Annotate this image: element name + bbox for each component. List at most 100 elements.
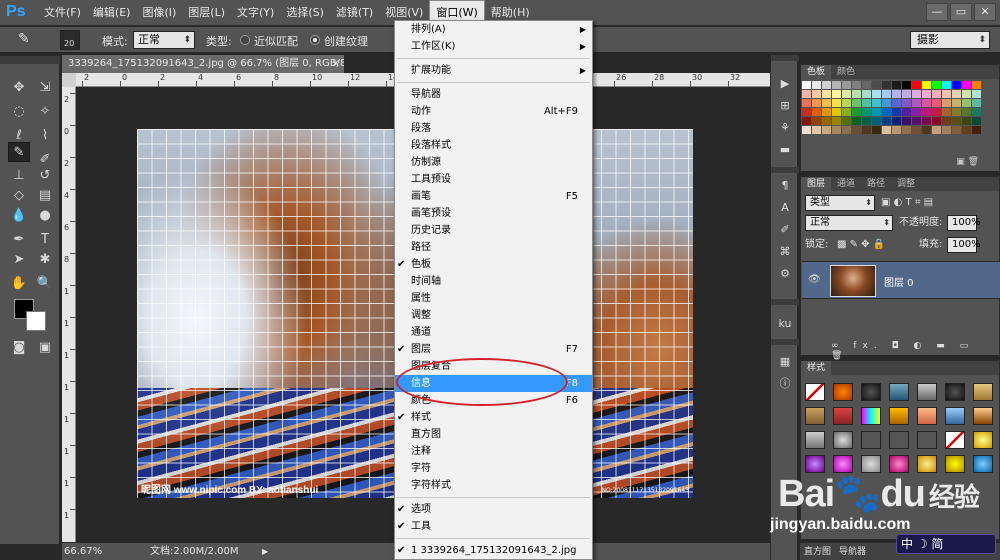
color-swatch[interactable] [912, 108, 921, 116]
layer-row[interactable]: 👁 图层 0 [802, 261, 1000, 299]
color-swatch[interactable] [832, 81, 841, 89]
close-button[interactable]: ✕ [974, 3, 996, 21]
zoom-tool-icon[interactable]: 🔍 [34, 274, 56, 294]
color-swatch[interactable] [842, 99, 851, 107]
color-swatch[interactable] [922, 90, 931, 98]
layers-footer[interactable]: ∞ fx. ◘ ◐ ▬ ▭ 🗑 [801, 341, 999, 361]
window-menu-item[interactable]: 导航器 [395, 86, 592, 103]
color-swatch[interactable] [892, 117, 901, 125]
style-swatch[interactable] [945, 407, 965, 425]
ruler-origin[interactable] [62, 73, 76, 87]
color-swatch[interactable] [952, 90, 961, 98]
color-swatch[interactable] [942, 81, 951, 89]
color-swatch[interactable] [942, 126, 951, 134]
hand-tool-icon[interactable]: ✋ [8, 274, 30, 294]
color-swatch[interactable] [932, 108, 941, 116]
opacity-field[interactable]: 100% [947, 215, 981, 231]
color-swatch[interactable] [802, 126, 811, 134]
status-menu-arrow[interactable]: ▶ [262, 543, 268, 560]
window-menu-item[interactable]: 画笔预设 [395, 205, 592, 222]
color-swatch[interactable] [852, 81, 861, 89]
window-menu-item[interactable]: 仿制源 [395, 154, 592, 171]
color-swatch[interactable] [902, 117, 911, 125]
color-swatch[interactable] [822, 99, 831, 107]
layer-filter-icons[interactable]: ▣ ◐ T ⌗ ▤ [881, 195, 933, 211]
window-menu-item[interactable]: 字符 [395, 460, 592, 477]
color-swatch[interactable] [802, 99, 811, 107]
style-swatch[interactable] [833, 407, 853, 425]
color-swatch[interactable] [852, 108, 861, 116]
magic-wand-tool-icon[interactable]: ✧ [34, 102, 56, 122]
color-swatch[interactable] [942, 108, 951, 116]
style-swatch[interactable] [917, 455, 937, 473]
color-swatch[interactable] [962, 81, 971, 89]
color-swatch[interactable] [922, 117, 931, 125]
window-menu-item[interactable]: 工作区(K) ▶ [395, 38, 592, 55]
color-swatch[interactable] [892, 81, 901, 89]
window-menu-item[interactable]: ✔ 1 3339264_175132091643_2.jpg [395, 542, 592, 559]
color-swatch[interactable] [812, 99, 821, 107]
play-action-icon[interactable]: ▶ [777, 77, 793, 91]
color-swatch[interactable] [972, 117, 981, 125]
tab-histogram[interactable]: 直方图 [800, 543, 835, 560]
style-swatch[interactable] [861, 455, 881, 473]
workspace-select[interactable]: 摄影 [910, 31, 990, 49]
color-swatch[interactable] [932, 81, 941, 89]
menu-item-3[interactable]: 图层(L) [182, 0, 231, 26]
color-swatch[interactable] [822, 126, 831, 134]
color-swatch[interactable] [862, 108, 871, 116]
adjust-icon[interactable]: ⊞ [777, 99, 793, 113]
pen-tool-icon[interactable]: ✒ [8, 230, 30, 250]
tool-preset-icon[interactable]: ⚙ [777, 267, 793, 281]
color-swatch[interactable] [942, 99, 951, 107]
color-swatch[interactable] [962, 126, 971, 134]
char-icon[interactable]: A [777, 201, 793, 215]
strip-grip-4[interactable] [771, 339, 799, 345]
color-swatch[interactable] [862, 126, 871, 134]
color-swatch[interactable] [832, 108, 841, 116]
window-menu-item[interactable]: 调整 [395, 307, 592, 324]
color-swatch[interactable] [912, 117, 921, 125]
color-swatch[interactable] [952, 117, 961, 125]
maximize-button[interactable]: ▭ [950, 3, 972, 21]
color-swatch[interactable] [912, 81, 921, 89]
properties-icon[interactable]: ▬ [777, 143, 793, 157]
style-swatch[interactable] [973, 455, 993, 473]
info-icon[interactable]: ⓘ [777, 377, 793, 391]
color-swatch[interactable] [882, 117, 891, 125]
dodge-tool-icon[interactable]: ● [34, 206, 56, 226]
lock-icons[interactable]: ▩ ✎ ✥ 🔒 [837, 237, 885, 253]
style-swatch[interactable] [889, 455, 909, 473]
paragraph-icon[interactable]: ¶ [777, 179, 793, 193]
menu-item-2[interactable]: 图像(I) [136, 0, 182, 26]
healing-brush-tool-icon[interactable]: ✎ [18, 31, 42, 49]
color-swatch[interactable] [882, 90, 891, 98]
color-swatch[interactable] [892, 99, 901, 107]
color-swatch[interactable] [902, 81, 911, 89]
artboard-tool-icon[interactable]: ⇲ [34, 78, 56, 98]
color-swatch[interactable] [962, 99, 971, 107]
color-swatch[interactable] [862, 81, 871, 89]
color-swatch[interactable] [872, 108, 881, 116]
style-swatch[interactable] [833, 383, 853, 401]
radio-proximity-match[interactable] [240, 35, 250, 45]
strip-grip[interactable] [771, 55, 799, 61]
color-swatch[interactable] [922, 126, 931, 134]
history-icon[interactable]: ⌘ [777, 245, 793, 259]
color-swatch[interactable] [932, 90, 941, 98]
color-swatch[interactable] [962, 108, 971, 116]
tab-color[interactable]: 颜色 [831, 65, 861, 79]
vertical-ruler[interactable]: 2 0 2 4 6 8 1 1 1 1 1 1 1 1 [62, 87, 76, 542]
color-swatch[interactable] [902, 90, 911, 98]
style-swatch[interactable] [889, 431, 909, 449]
color-swatch[interactable] [842, 90, 851, 98]
style-swatch[interactable] [973, 431, 993, 449]
color-swatch[interactable] [932, 126, 941, 134]
color-swatch[interactable] [912, 90, 921, 98]
close-document-icon[interactable]: × [332, 55, 340, 73]
color-swatch[interactable] [852, 90, 861, 98]
color-swatch[interactable] [962, 90, 971, 98]
color-swatch[interactable] [832, 126, 841, 134]
color-swatch[interactable] [872, 117, 881, 125]
color-swatch[interactable] [812, 126, 821, 134]
